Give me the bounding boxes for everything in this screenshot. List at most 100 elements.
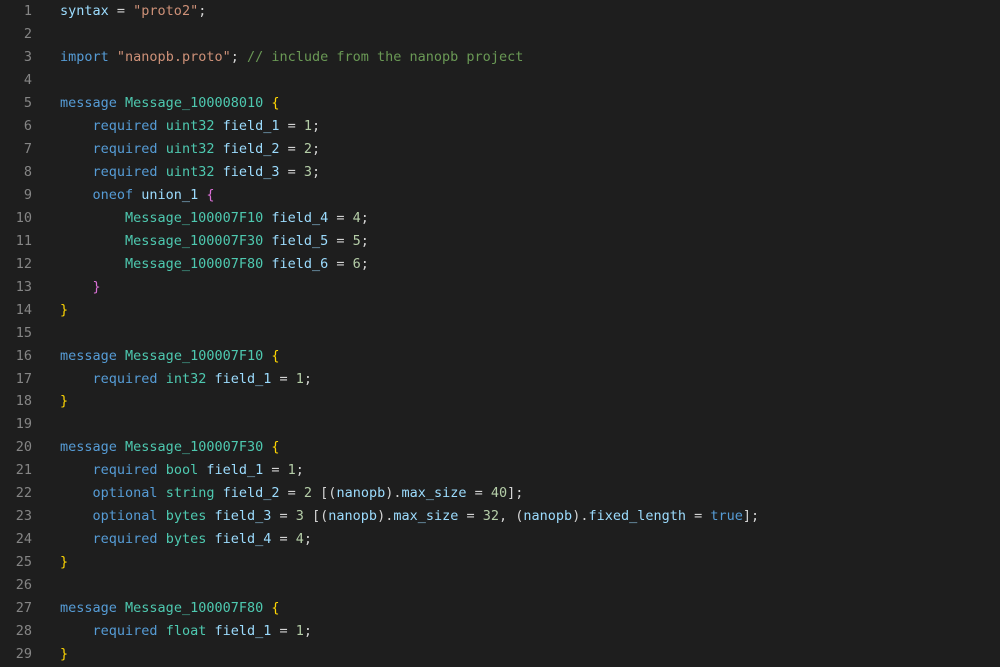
type-token: uint32 [166,141,215,157]
code-line[interactable]: required int32 field_1 = 1; [60,368,1000,391]
punct-token: = [109,3,133,19]
code-line[interactable]: optional bytes field_3 = 3 [(nanopb).max… [60,505,1000,528]
brace-token: } [60,393,68,409]
code-line[interactable]: message Message_100007F30 { [60,436,1000,459]
line-number: 12 [0,253,32,276]
punct-token [214,141,222,157]
keyword-token: oneof [93,187,134,203]
code-line[interactable]: optional string field_2 = 2 [(nanopb).ma… [60,482,1000,505]
type-token: Message_100007F80 [125,600,263,616]
number-token: 5 [353,233,361,249]
keyword-token: required [93,531,158,547]
line-number: 7 [0,138,32,161]
code-line[interactable] [60,574,1000,597]
ident-token: field_6 [271,256,328,272]
code-line[interactable]: oneof union_1 { [60,184,1000,207]
punct-token: = [271,371,295,387]
number-token: 1 [288,462,296,478]
whitespace [60,485,93,501]
punct-token: ; [304,531,312,547]
code-line[interactable]: } [60,390,1000,413]
type-token: float [166,623,207,639]
line-number: 17 [0,368,32,391]
line-number: 2 [0,23,32,46]
line-number: 4 [0,69,32,92]
code-line[interactable]: Message_100007F10 field_4 = 4; [60,207,1000,230]
code-line[interactable]: } [60,551,1000,574]
comment-token: // include from the nanopb project [247,49,523,65]
brace-token: } [60,554,68,570]
punct-token: = [467,485,491,501]
bool-token: true [710,508,743,524]
keyword-token: required [93,118,158,134]
code-line[interactable]: } [60,276,1000,299]
type-token: uint32 [166,118,215,134]
brace-token: } [60,302,68,318]
punct-token [158,118,166,134]
punct-token: = [458,508,482,524]
punct-token [109,49,117,65]
line-number: 16 [0,345,32,368]
keyword-token: required [93,371,158,387]
code-line[interactable]: message Message_100007F10 { [60,345,1000,368]
punct-token [214,485,222,501]
type-token: bytes [166,508,207,524]
ident-token: nanopb [336,485,385,501]
code-line[interactable]: } [60,643,1000,666]
line-number: 1 [0,0,32,23]
line-number-gutter: 1234567891011121314151617181920212223242… [0,0,50,667]
brace-token: { [271,600,279,616]
code-line[interactable]: import "nanopb.proto"; // include from t… [60,46,1000,69]
code-line[interactable]: Message_100007F30 field_5 = 5; [60,230,1000,253]
ident-token: max_size [393,508,458,524]
punct-token: ]; [743,508,759,524]
whitespace [60,164,93,180]
keyword-token: optional [93,485,158,501]
ident-token: field_5 [271,233,328,249]
punct-token: ]; [507,485,523,501]
punct-token: ). [377,508,393,524]
punct-token: ; [361,256,369,272]
code-line[interactable]: message Message_100007F80 { [60,597,1000,620]
punct-token [158,508,166,524]
punct-token: ; [312,164,320,180]
brace2-token: } [93,279,101,295]
line-number: 13 [0,276,32,299]
punct-token: = [328,256,352,272]
code-area[interactable]: syntax = "proto2"; import "nanopb.proto"… [50,0,1000,667]
ident-token: field_2 [223,485,280,501]
line-number: 24 [0,528,32,551]
code-line[interactable]: Message_100007F80 field_6 = 6; [60,253,1000,276]
code-line[interactable]: required bytes field_4 = 4; [60,528,1000,551]
code-line[interactable] [60,23,1000,46]
punct-token: ; [296,462,304,478]
brace-token: { [271,439,279,455]
whitespace [60,256,125,272]
code-line[interactable] [60,413,1000,436]
code-line[interactable]: } [60,299,1000,322]
ident-token: fixed_length [588,508,686,524]
ident-token: nanopb [328,508,377,524]
code-line[interactable]: message Message_100008010 { [60,92,1000,115]
code-line[interactable]: required bool field_1 = 1; [60,459,1000,482]
code-line[interactable]: required uint32 field_1 = 1; [60,115,1000,138]
number-token: 40 [491,485,507,501]
code-line[interactable] [60,322,1000,345]
line-number: 20 [0,436,32,459]
code-line[interactable]: required uint32 field_2 = 2; [60,138,1000,161]
punct-token: = [328,210,352,226]
code-line[interactable]: syntax = "proto2"; [60,0,1000,23]
whitespace [60,623,93,639]
code-editor[interactable]: 1234567891011121314151617181920212223242… [0,0,1000,667]
code-line[interactable]: required float field_1 = 1; [60,620,1000,643]
punct-token: ; [312,118,320,134]
punct-token [214,164,222,180]
punct-token [158,623,166,639]
line-number: 18 [0,390,32,413]
punct-token [158,371,166,387]
keyword-token: message [60,95,117,111]
code-line[interactable] [60,69,1000,92]
keyword-token: message [60,348,117,364]
code-line[interactable]: required uint32 field_3 = 3; [60,161,1000,184]
line-number: 23 [0,505,32,528]
